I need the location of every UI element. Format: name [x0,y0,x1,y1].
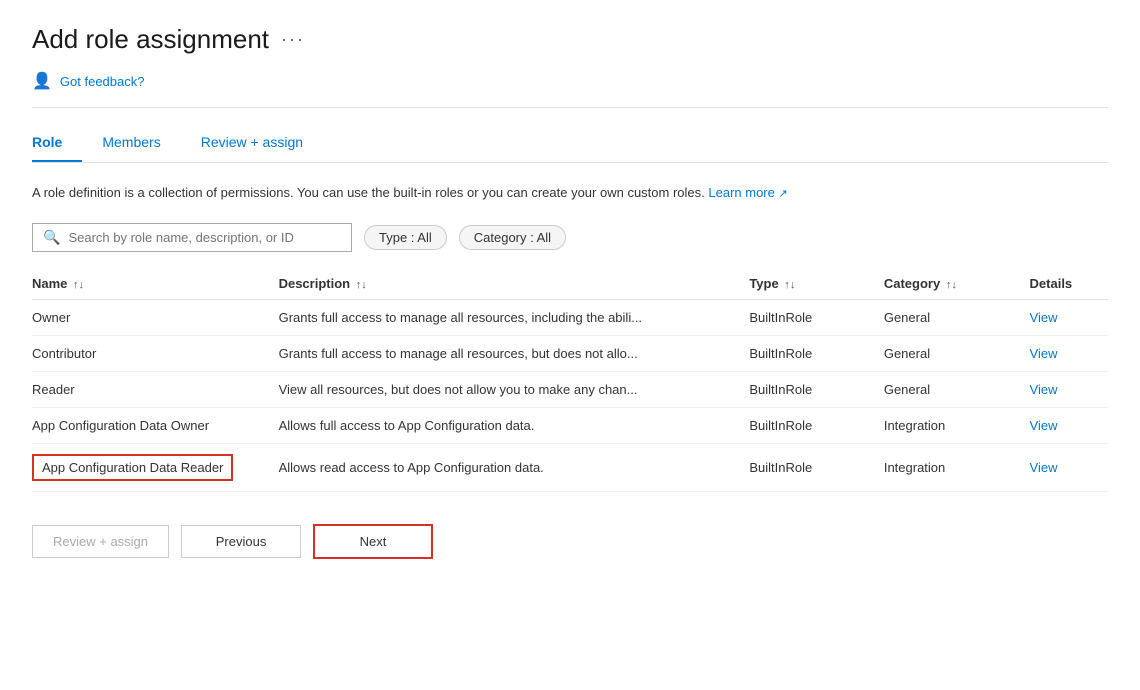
type-filter-pill[interactable]: Type : All [364,225,447,250]
category-sort-icon[interactable]: ↑↓ [946,279,957,291]
name-cell: Owner [32,299,279,335]
description-text: A role definition is a collection of per… [32,183,1108,203]
page-title: Add role assignment [32,24,269,55]
page-header: Add role assignment ··· [32,24,1108,55]
more-options-icon[interactable]: ··· [281,29,305,50]
table-header-row: Name ↑↓ Description ↑↓ Type ↑↓ Category … [32,268,1108,300]
category-cell: General [884,335,1030,371]
col-header-details: Details [1030,268,1108,300]
footer-buttons: Review + assign Previous Next [32,524,1108,559]
description-cell: Grants full access to manage all resourc… [279,335,750,371]
description-sort-icon[interactable]: ↑↓ [356,279,367,291]
description-cell: View all resources, but does not allow y… [279,371,750,407]
col-header-category: Category ↑↓ [884,268,1030,300]
search-box[interactable]: 🔍 [32,223,352,252]
category-cell: Integration [884,407,1030,443]
tab-bar: Role Members Review + assign [32,124,1108,163]
category-cell: Integration [884,443,1030,491]
view-link[interactable]: View [1030,418,1058,433]
tab-role[interactable]: Role [32,124,82,162]
view-link[interactable]: View [1030,382,1058,397]
search-input[interactable] [68,230,341,245]
description-cell: Grants full access to manage all resourc… [279,299,750,335]
category-filter-pill[interactable]: Category : All [459,225,566,250]
table-row[interactable]: App Configuration Data OwnerAllows full … [32,407,1108,443]
description-cell: Allows full access to App Configuration … [279,407,750,443]
view-link[interactable]: View [1030,310,1058,325]
type-sort-icon[interactable]: ↑↓ [784,279,795,291]
category-cell: General [884,299,1030,335]
feedback-icon: 👤 [32,71,52,91]
name-sort-icon[interactable]: ↑↓ [73,279,84,291]
roles-table: Name ↑↓ Description ↑↓ Type ↑↓ Category … [32,268,1108,492]
category-cell: General [884,371,1030,407]
next-button[interactable]: Next [313,524,433,559]
name-cell: App Configuration Data Owner [32,407,279,443]
type-cell: BuiltInRole [749,371,884,407]
name-cell: Contributor [32,335,279,371]
table-row[interactable]: App Configuration Data Reader Allows read… [32,443,1108,491]
table-row[interactable]: ReaderView all resources, but does not a… [32,371,1108,407]
description-cell: Allows read access to App Configuration … [279,443,750,491]
learn-more-link[interactable]: Learn more [708,185,774,200]
outlined-name-cell: App Configuration Data Reader [32,454,233,481]
type-cell: BuiltInRole [749,443,884,491]
view-link[interactable]: View [1030,460,1058,475]
type-cell: BuiltInRole [749,335,884,371]
tab-members[interactable]: Members [102,124,180,162]
type-cell: BuiltInRole [749,299,884,335]
col-header-type: Type ↑↓ [749,268,884,300]
type-cell: BuiltInRole [749,407,884,443]
external-link-icon: ↗ [778,188,787,200]
col-header-description: Description ↑↓ [279,268,750,300]
name-cell: Reader [32,371,279,407]
tab-review-assign[interactable]: Review + assign [201,124,323,162]
table-row[interactable]: OwnerGrants full access to manage all re… [32,299,1108,335]
col-header-name: Name ↑↓ [32,268,279,300]
review-assign-button[interactable]: Review + assign [32,525,169,558]
feedback-bar: 👤 Got feedback? [32,71,1108,108]
filters-row: 🔍 Type : All Category : All [32,223,1108,252]
previous-button[interactable]: Previous [181,525,301,558]
feedback-link[interactable]: Got feedback? [60,74,145,89]
view-link[interactable]: View [1030,346,1058,361]
search-icon: 🔍 [43,229,60,246]
table-row[interactable]: ContributorGrants full access to manage … [32,335,1108,371]
